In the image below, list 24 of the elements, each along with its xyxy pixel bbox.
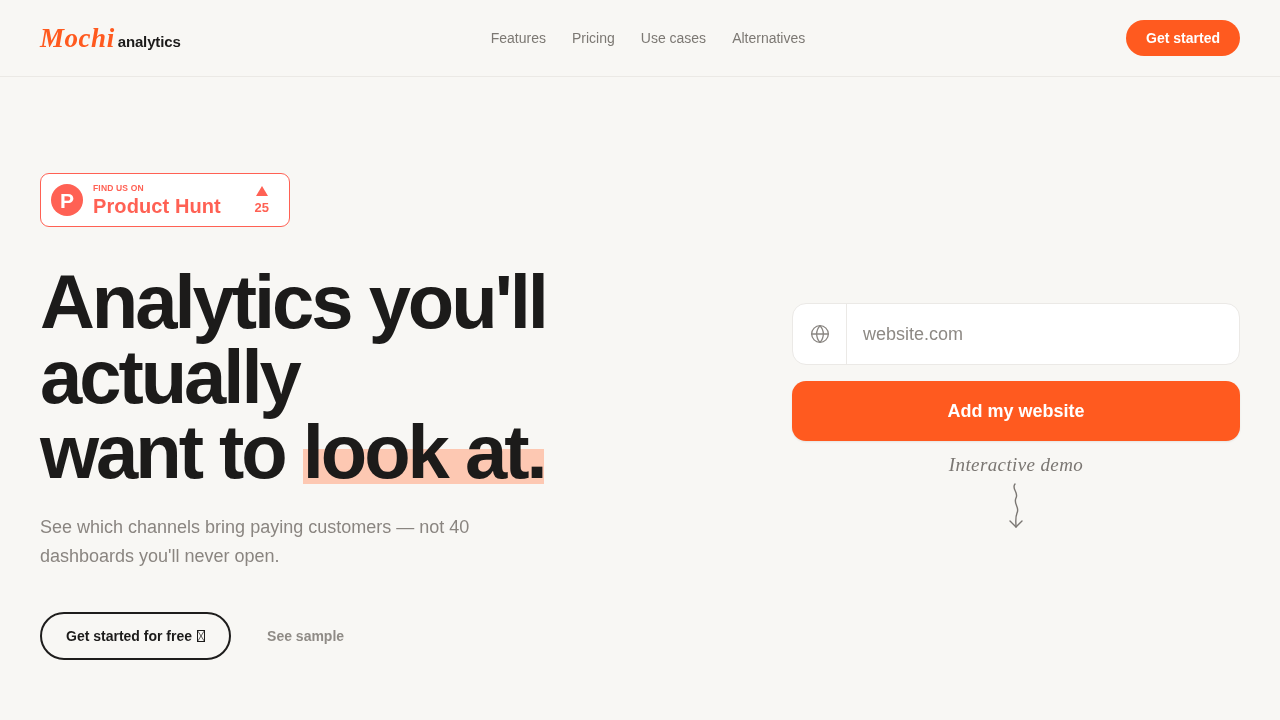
hero-subtitle: See which channels bring paying customers — not 40 dashboards you'll never open.: [40, 516, 471, 568]
vote-count: 25: [254, 201, 269, 214]
nav-link[interactable]: Features: [490, 27, 546, 49]
logo-wordmark[interactable]: analytics: [117, 33, 181, 49]
nav-link[interactable]: Alternatives: [732, 27, 806, 49]
nav-link[interactable]: Use cases: [640, 27, 707, 49]
missing-glyph-icon: [197, 630, 206, 642]
nav-link[interactable]: Pricing: [571, 27, 615, 49]
get-started-free-button[interactable]: Get started for free: [40, 612, 232, 660]
badge-kicker: FIND US ON: [93, 184, 145, 193]
see-sample-link[interactable]: See sample: [267, 625, 345, 647]
logo-script[interactable]: Mochi: [40, 24, 115, 52]
website-field[interactable]: website.com: [792, 303, 1240, 365]
website-input[interactable]: website.com: [847, 304, 1239, 364]
get-started-button[interactable]: Get started: [1126, 20, 1240, 56]
hero-headline: Analytics you'll actually want to look at.: [40, 264, 546, 489]
add-website-button[interactable]: Add my website: [792, 381, 1240, 441]
product-hunt-badge[interactable]: P FIND US ON Product Hunt 25: [40, 173, 290, 227]
upvote-triangle-icon: [255, 186, 268, 196]
globe-icon: [809, 324, 830, 344]
squiggly-arrow-icon: [1008, 483, 1024, 529]
badge-title: Product Hunt: [93, 195, 221, 216]
product-hunt-logo: P: [51, 184, 83, 216]
interactive-demo-note: Interactive demo: [948, 455, 1084, 474]
